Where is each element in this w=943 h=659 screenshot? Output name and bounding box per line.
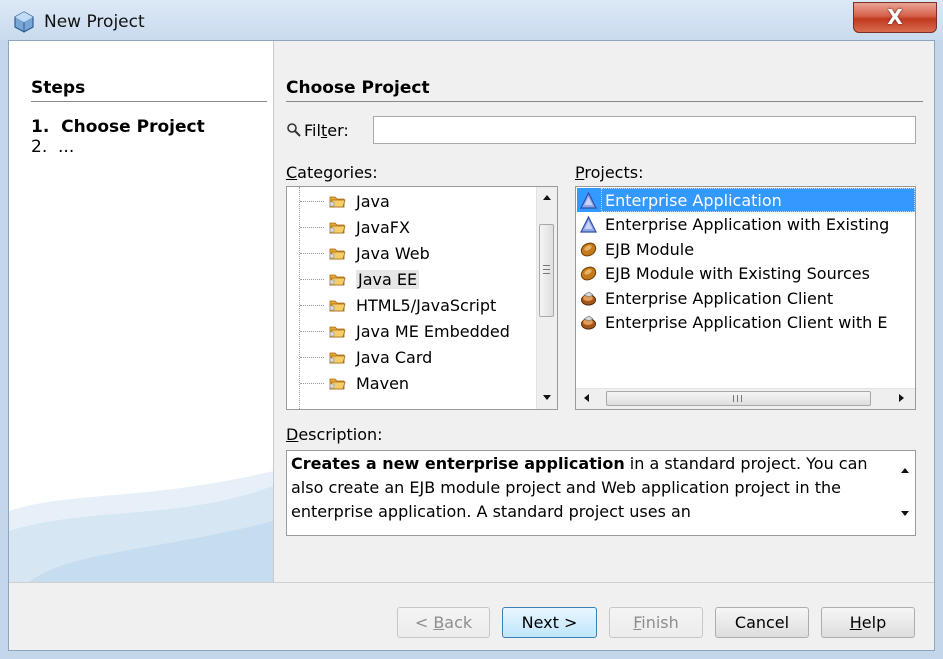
- folder-icon: [329, 300, 346, 311]
- netbeans-cube-icon: [14, 11, 34, 33]
- window-title: New Project: [44, 12, 145, 32]
- cancel-button[interactable]: Cancel: [715, 607, 809, 638]
- project-item[interactable]: Enterprise Application Client with E: [580, 311, 915, 335]
- project-label: Enterprise Application Client: [605, 288, 834, 308]
- scrollbar-thumb[interactable]: [539, 224, 554, 317]
- description-text: Creates a new enterprise application in …: [291, 454, 868, 521]
- scroll-down-icon[interactable]: [901, 511, 909, 516]
- category-item[interactable]: Java EE: [329, 267, 420, 291]
- netbeans-swoosh-graphic: [9, 471, 273, 582]
- scroll-up-icon[interactable]: [543, 195, 551, 200]
- window-frame: New Project X Steps 1. Choose Project 2.…: [0, 0, 943, 659]
- finish-button[interactable]: Finish: [609, 607, 703, 638]
- scroll-left-icon[interactable]: [584, 394, 589, 402]
- filter-input[interactable]: [373, 116, 916, 144]
- project-label: EJB Module: [605, 239, 695, 259]
- ejb-module-icon: [580, 266, 597, 281]
- project-label: Enterprise Application with Existing: [605, 215, 890, 234]
- close-icon: X: [887, 5, 903, 29]
- project-label: Enterprise Application Client with E: [605, 313, 888, 332]
- help-button[interactable]: Help: [821, 607, 915, 638]
- grip-line: [543, 265, 550, 266]
- categories-tree[interactable]: Java JavaFX Java Web Java EE HTML5/JavaScrip…: [286, 186, 558, 410]
- category-label: Java EE: [356, 269, 420, 289]
- grip-line: [543, 273, 550, 274]
- back-button[interactable]: < Back: [397, 607, 490, 638]
- category-label: Java: [356, 191, 390, 211]
- project-item[interactable]: Enterprise Application with Existing: [580, 213, 915, 237]
- categories-label: Categories:: [286, 163, 378, 182]
- tree-guide-line: [300, 227, 324, 228]
- title-divider: [286, 101, 923, 102]
- filter-label: Filter:: [304, 121, 349, 140]
- grip-line: [543, 269, 550, 270]
- category-item[interactable]: JavaFX: [329, 215, 410, 239]
- tree-guide-line: [300, 201, 324, 202]
- project-label: EJB Module with Existing Sources: [605, 264, 870, 283]
- dialog-body: Steps 1. Choose Project 2. ... Choose Pr…: [8, 40, 935, 651]
- projects-label: Projects:: [575, 163, 644, 182]
- step-pending: 2. ...: [31, 137, 75, 157]
- folder-icon: [329, 326, 346, 337]
- projects-list[interactable]: Enterprise Application Enterprise Applica…: [575, 186, 916, 410]
- focus-outline: [601, 188, 915, 212]
- app-client-icon: [581, 315, 596, 330]
- steps-divider: [31, 101, 267, 102]
- page-title: Choose Project: [286, 78, 430, 98]
- folder-icon: [329, 378, 346, 389]
- category-item[interactable]: Java Web: [329, 241, 430, 265]
- tree-guide-line: [300, 383, 324, 384]
- next-button[interactable]: Next >: [502, 607, 597, 638]
- enterprise-app-icon: [580, 216, 597, 233]
- folder-icon: [329, 352, 346, 363]
- folder-icon: [329, 196, 346, 207]
- tree-guide-line: [300, 331, 324, 332]
- tree-guide-line: [299, 187, 300, 409]
- tree-guide-line: [300, 357, 324, 358]
- folder-icon: [329, 248, 346, 259]
- step-choose-project: 1. Choose Project: [31, 117, 205, 137]
- scroll-up-icon[interactable]: [901, 468, 909, 473]
- title-bar[interactable]: New Project X: [0, 0, 943, 40]
- app-client-icon: [581, 291, 596, 305]
- tree-guide-line: [300, 305, 324, 306]
- projects-scrollbar[interactable]: [576, 388, 915, 409]
- category-label: Maven: [356, 373, 410, 393]
- tree-guide-line: [300, 279, 324, 280]
- enterprise-app-icon: [580, 191, 597, 209]
- category-label: Java ME Embedded: [356, 321, 510, 341]
- category-label: JavaFX: [356, 217, 410, 237]
- scroll-right-icon[interactable]: [899, 394, 904, 402]
- category-label: HTML5/JavaScript: [356, 295, 497, 315]
- category-item[interactable]: Maven: [329, 371, 409, 395]
- category-item[interactable]: Java: [329, 189, 390, 213]
- description-scrollbar[interactable]: [895, 451, 915, 535]
- tree-guide-line: [300, 253, 324, 254]
- project-item[interactable]: Enterprise Application Client: [580, 286, 915, 310]
- folder-icon: [329, 222, 346, 233]
- category-label: Java Card: [356, 347, 433, 367]
- category-item[interactable]: Java Card: [329, 345, 432, 369]
- description-box[interactable]: Creates a new enterprise application in …: [286, 450, 916, 536]
- category-item[interactable]: HTML5/JavaScript: [329, 293, 496, 317]
- categories-scrollbar[interactable]: [536, 187, 557, 409]
- scrollbar-thumb[interactable]: [606, 391, 871, 406]
- ejb-module-icon: [580, 242, 597, 256]
- steps-title: Steps: [31, 78, 86, 98]
- project-item[interactable]: EJB Module: [580, 237, 915, 261]
- category-item[interactable]: Java ME Embedded: [329, 319, 510, 343]
- project-item[interactable]: EJB Module with Existing Sources: [580, 262, 915, 286]
- category-label: Java Web: [356, 243, 430, 263]
- steps-panel: Steps 1. Choose Project 2. ...: [9, 41, 274, 582]
- scroll-down-icon[interactable]: [543, 395, 551, 400]
- button-bar-divider: [9, 582, 934, 583]
- search-icon: [287, 123, 301, 137]
- folder-icon: [329, 274, 346, 285]
- close-button[interactable]: X: [853, 2, 937, 33]
- project-item[interactable]: Enterprise Application: [577, 188, 915, 212]
- description-label: Description:: [286, 425, 383, 444]
